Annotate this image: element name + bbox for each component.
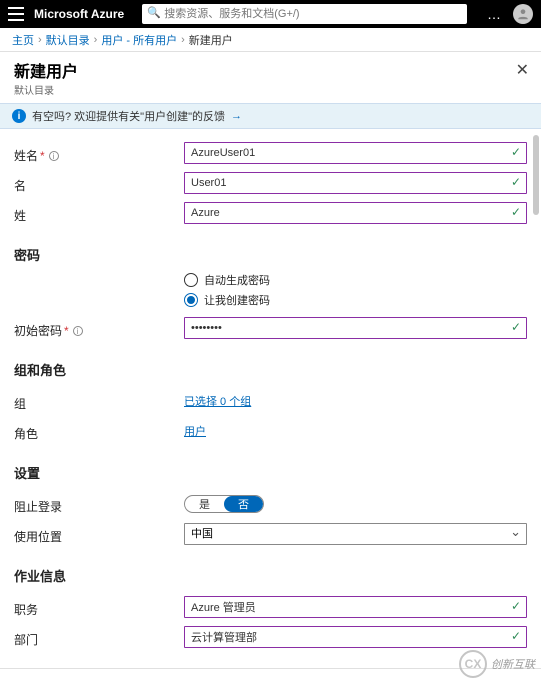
check-icon: ✓ xyxy=(511,205,521,219)
initial-password-label: 初始密码*i xyxy=(14,318,184,339)
page-title: 新建用户 xyxy=(14,58,527,82)
settings-section-header: 设置 xyxy=(14,463,527,482)
breadcrumb-home[interactable]: 主页 xyxy=(12,32,34,48)
avatar[interactable] xyxy=(513,4,533,24)
info-dot-icon: i xyxy=(49,151,59,161)
job-title-field[interactable] xyxy=(184,596,527,618)
block-signin-label: 阻止登录 xyxy=(14,494,184,515)
name-label: 姓名*i xyxy=(14,143,184,164)
job-section-header: 作业信息 xyxy=(14,566,527,585)
name-field[interactable] xyxy=(184,142,527,164)
role-selected-link[interactable]: 用户 xyxy=(184,426,206,438)
role-label: 角色 xyxy=(14,421,184,442)
first-name-field[interactable] xyxy=(184,172,527,194)
more-icon[interactable]: … xyxy=(487,6,503,22)
let-me-create-password-radio[interactable]: 让我创建密码 xyxy=(184,292,527,308)
feedback-link-arrow[interactable]: → xyxy=(231,110,242,122)
block-signin-toggle[interactable]: 是 否 xyxy=(184,495,264,513)
usage-location-select[interactable]: 中国 xyxy=(184,523,527,545)
feedback-text: 有空吗? 欢迎提供有关"用户创建"的反馈 xyxy=(32,108,225,124)
department-field[interactable] xyxy=(184,626,527,648)
job-title-label: 职务 xyxy=(14,597,184,618)
breadcrumb-directory[interactable]: 默认目录 xyxy=(46,32,90,48)
check-icon: ✓ xyxy=(511,320,521,334)
groups-roles-section-header: 组和角色 xyxy=(14,360,527,379)
auto-generate-password-radio[interactable]: 自动生成密码 xyxy=(184,272,527,288)
info-dot-icon: i xyxy=(73,326,83,336)
search-input[interactable] xyxy=(142,4,467,24)
password-section-header: 密码 xyxy=(14,245,527,264)
breadcrumb-current: 新建用户 xyxy=(189,32,233,48)
brand-label: Microsoft Azure xyxy=(34,7,124,21)
breadcrumb: 主页 › 默认目录 › 用户 - 所有用户 › 新建用户 xyxy=(0,28,541,52)
group-label: 组 xyxy=(14,391,184,412)
hamburger-icon[interactable] xyxy=(8,7,24,21)
last-name-label: 姓 xyxy=(14,203,184,224)
first-name-label: 名 xyxy=(14,173,184,194)
search-icon xyxy=(142,4,467,24)
check-icon: ✓ xyxy=(511,599,521,613)
department-label: 部门 xyxy=(14,627,184,648)
toggle-no[interactable]: 否 xyxy=(224,496,263,512)
check-icon: ✓ xyxy=(511,629,521,643)
info-icon: i xyxy=(12,109,26,123)
breadcrumb-users[interactable]: 用户 - 所有用户 xyxy=(101,32,177,48)
group-selected-link[interactable]: 已选择 0 个组 xyxy=(184,396,251,408)
check-icon: ✓ xyxy=(511,175,521,189)
check-icon: ✓ xyxy=(511,145,521,159)
toggle-yes[interactable]: 是 xyxy=(185,496,224,512)
last-name-field[interactable] xyxy=(184,202,527,224)
feedback-banner: i 有空吗? 欢迎提供有关"用户创建"的反馈 → xyxy=(0,103,541,129)
usage-location-label: 使用位置 xyxy=(14,524,184,545)
close-icon[interactable]: ✕ xyxy=(516,60,529,80)
initial-password-field[interactable] xyxy=(184,317,527,339)
page-subtitle: 默认目录 xyxy=(14,82,527,97)
